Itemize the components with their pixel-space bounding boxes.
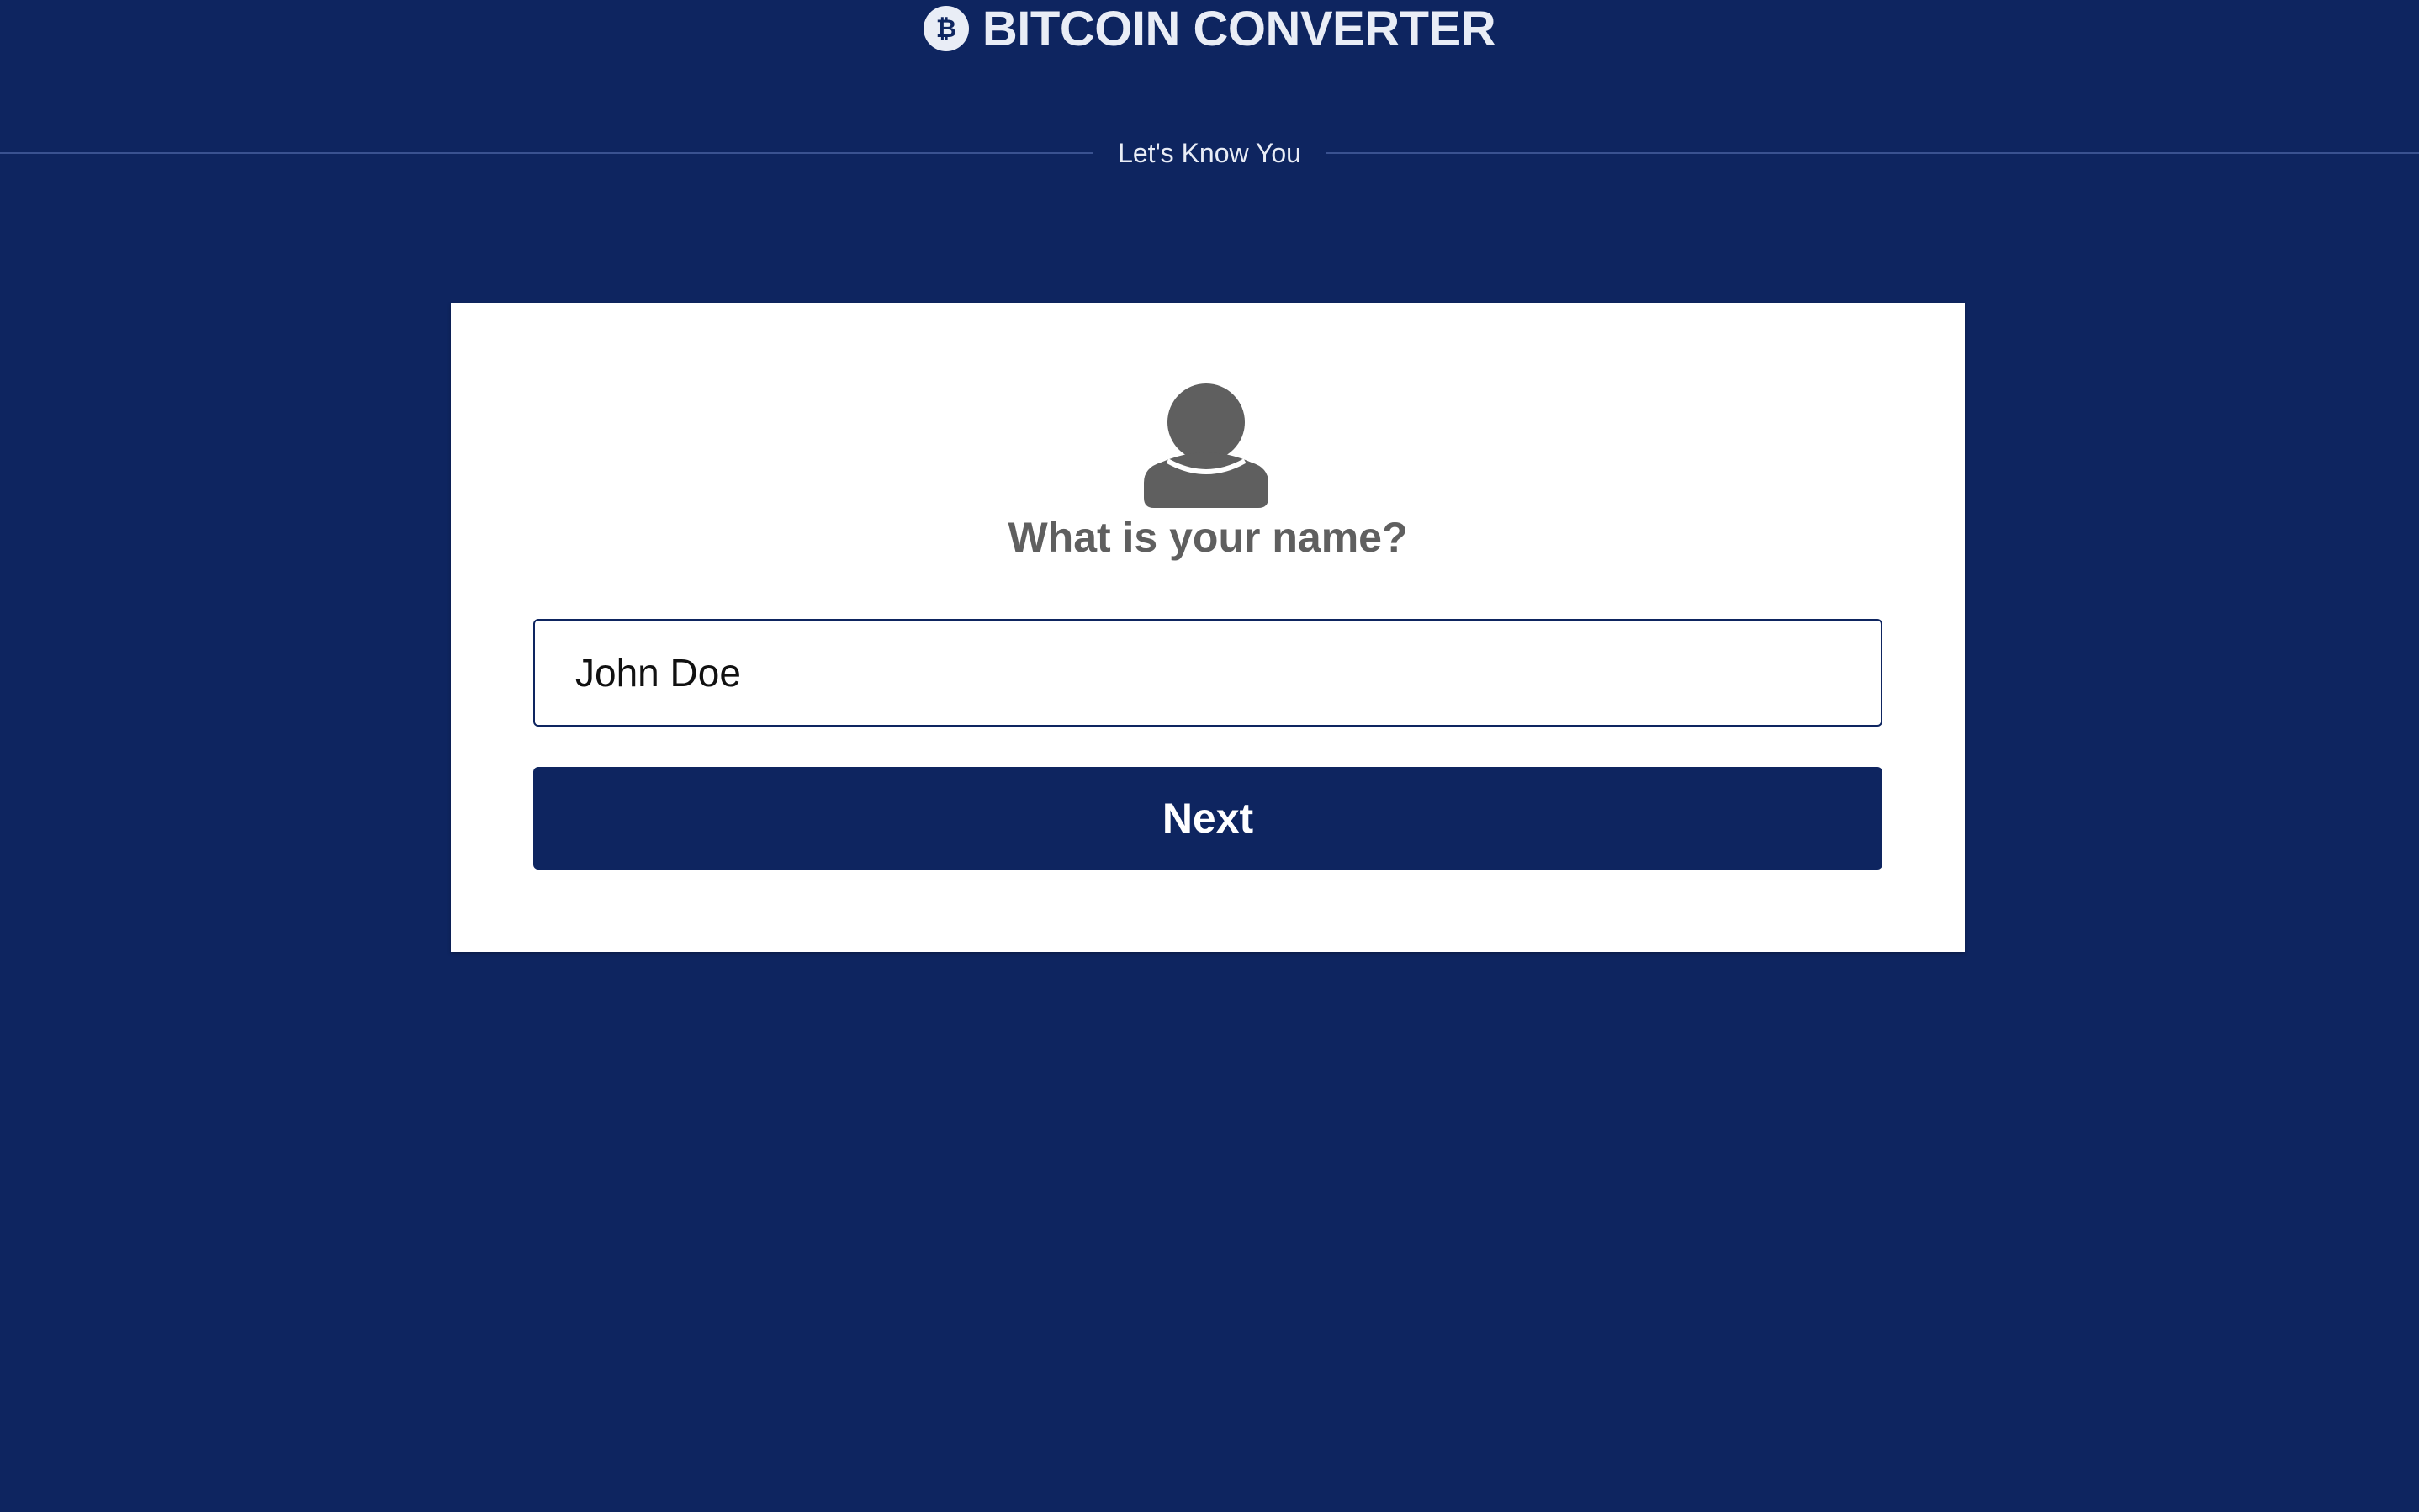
- name-input[interactable]: [533, 619, 1882, 727]
- bitcoin-icon: ₿: [923, 6, 969, 51]
- user-icon: [1144, 383, 1268, 508]
- name-question: What is your name?: [1008, 514, 1408, 561]
- section-divider: Let's Know You: [0, 136, 2419, 170]
- app-title: BITCOIN CONVERTER: [982, 1, 1496, 56]
- name-card: What is your name? Next: [451, 303, 1965, 952]
- svg-text:₿: ₿: [936, 14, 956, 44]
- divider-line-left: [0, 152, 1093, 154]
- divider-line-right: [1326, 152, 2419, 154]
- app-header: ₿ BITCOIN CONVERTER: [0, 0, 2419, 113]
- section-label: Let's Know You: [1118, 137, 1301, 168]
- brand: ₿ BITCOIN CONVERTER: [923, 1, 1496, 57]
- next-button[interactable]: Next: [533, 767, 1882, 870]
